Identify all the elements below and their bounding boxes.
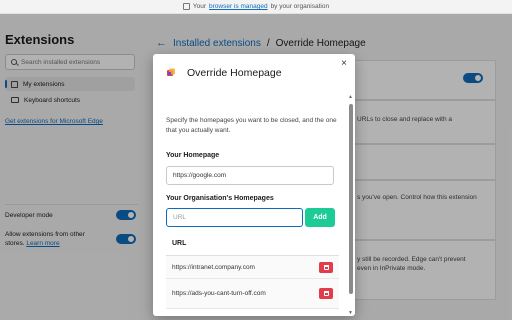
- scroll-down-icon[interactable]: ▼: [348, 310, 353, 316]
- delete-button[interactable]: [319, 288, 333, 299]
- extension-logo-icon: [167, 68, 175, 76]
- delete-button[interactable]: [319, 261, 333, 273]
- trash-icon: [323, 264, 329, 270]
- managed-link[interactable]: browser is managed: [209, 3, 268, 10]
- managed-suffix: by your organisation: [270, 3, 330, 10]
- close-icon[interactable]: ×: [341, 58, 347, 69]
- homepage-url: https://ads-you-cant-turn-off.com: [172, 290, 266, 297]
- url-input[interactable]: [166, 208, 303, 227]
- scroll-up-icon[interactable]: ▲: [348, 94, 353, 100]
- homepage-url: https://intranet.company.com: [172, 263, 255, 271]
- homepage-label: Your Homepage: [166, 152, 220, 159]
- dialog-description: Specify the homepages you want to be clo…: [166, 117, 337, 134]
- org-homepages-label: Your Organisation's Homepages: [166, 195, 274, 202]
- table-row: https://ads-you-cant-turn-off.com: [166, 279, 339, 309]
- managed-prefix: Your: [192, 3, 207, 10]
- trash-icon: [323, 291, 329, 296]
- scrollbar-thumb[interactable]: [349, 104, 353, 294]
- table-row: https://intranet.company.com: [166, 256, 339, 279]
- override-homepage-dialog: Override Homepage × Specify the homepage…: [153, 54, 355, 316]
- homepage-input[interactable]: [166, 166, 334, 185]
- dialog-scrollbar[interactable]: ▲ ▼: [348, 94, 353, 316]
- dialog-title: Override Homepage: [187, 67, 282, 79]
- managed-banner: Your browser is managed by your organisa…: [0, 0, 512, 14]
- table-header: URL: [166, 232, 339, 256]
- homepages-table: URL https://intranet.company.com https:/…: [166, 232, 339, 309]
- add-button[interactable]: Add: [305, 208, 335, 227]
- building-icon: [182, 3, 190, 10]
